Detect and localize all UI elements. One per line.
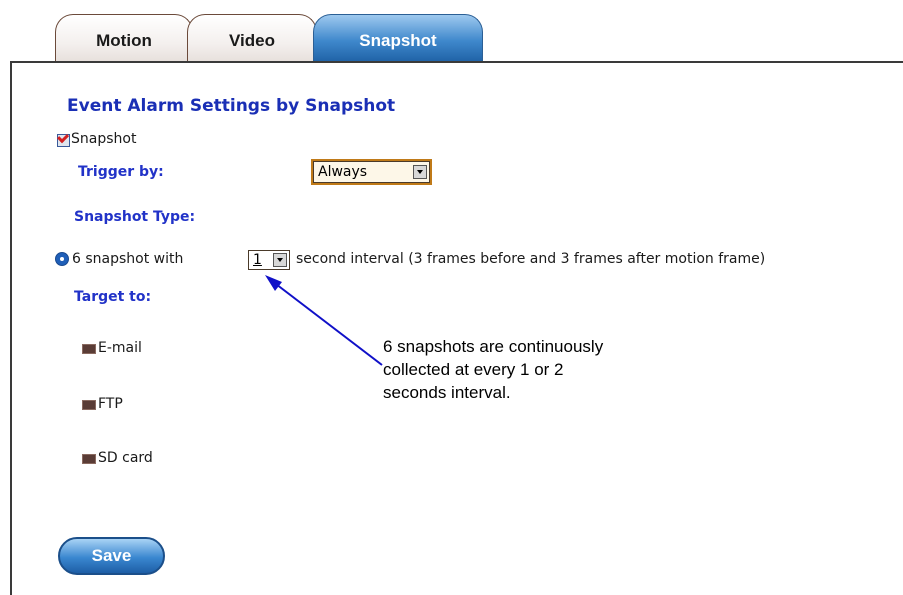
annotation-text: 6 snapshots are continuously collected a… (383, 335, 723, 404)
annotation-line: 6 snapshots are continuously (383, 337, 604, 356)
callout-arrow (265, 275, 383, 366)
annotation-line: collected at every 1 or 2 (383, 360, 564, 379)
save-button[interactable]: Save (58, 537, 165, 575)
annotation-line: seconds interval. (383, 383, 511, 402)
